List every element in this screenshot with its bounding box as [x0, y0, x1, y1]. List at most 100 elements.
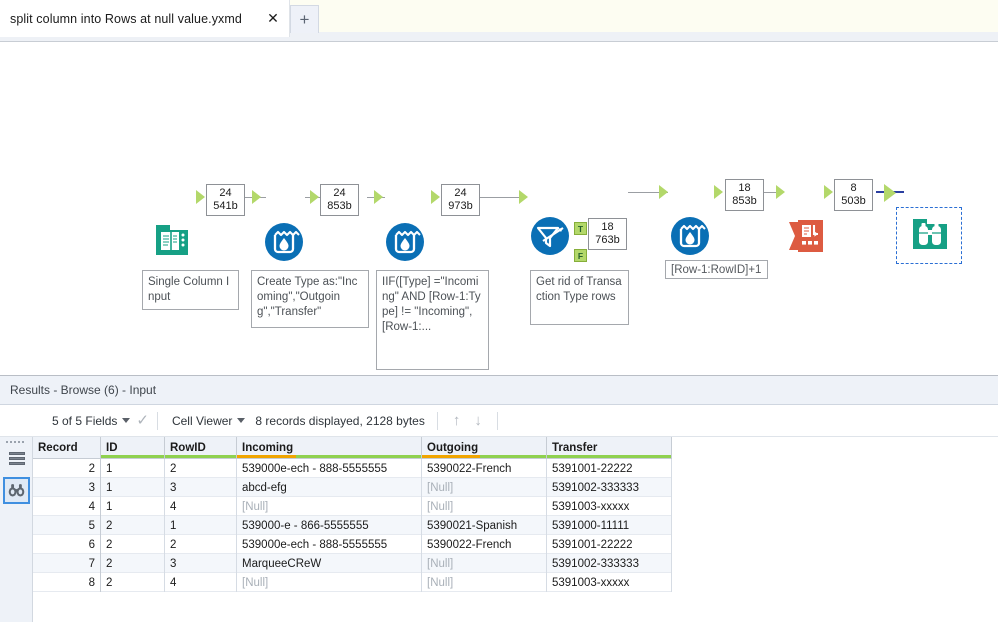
cell-incoming[interactable]: 539000e-ech - 888-5555555	[237, 459, 422, 478]
cell-record-number[interactable]: 4	[33, 497, 101, 516]
stacked-rows-icon	[9, 452, 25, 467]
table-row[interactable]: 414[Null][Null]5391003-xxxxx	[33, 497, 672, 516]
cell-incoming[interactable]: 539000-e - 866-5555555	[237, 516, 422, 535]
port-in-filter[interactable]	[519, 190, 528, 204]
table-row[interactable]: 723MarqueeCReW[Null]5391002-333333	[33, 554, 672, 573]
countbox-mrf-2: 24 973b	[441, 184, 480, 216]
cell-transfer[interactable]: 5391002-333333	[547, 478, 672, 497]
cell-record-number[interactable]: 5	[33, 516, 101, 535]
cell-transfer[interactable]: 5391003-xxxxx	[547, 573, 672, 592]
port-out-crosstab[interactable]	[824, 185, 833, 199]
port-out-mrf-1[interactable]	[310, 190, 319, 204]
cell-outgoing[interactable]: 5390022-French	[422, 459, 547, 478]
column-header-label: Outgoing	[427, 442, 478, 454]
table-row[interactable]: 622539000e-ech - 888-55555555390022-Fren…	[33, 535, 672, 554]
rail-grip-handle[interactable]	[6, 440, 28, 445]
browse-anchor-button[interactable]	[3, 477, 30, 504]
binoculars-icon	[8, 483, 25, 498]
close-icon[interactable]: ✕	[266, 12, 280, 26]
cell-outgoing[interactable]: [Null]	[422, 554, 547, 573]
cell-id[interactable]: 1	[101, 478, 165, 497]
port-in-browse[interactable]	[884, 184, 896, 202]
cell-outgoing[interactable]: 5390022-French	[422, 535, 547, 554]
cell-id[interactable]: 2	[101, 573, 165, 592]
cell-rowid[interactable]: 2	[165, 459, 237, 478]
filter-false-port[interactable]: F	[574, 249, 587, 262]
cell-rowid[interactable]: 3	[165, 554, 237, 573]
cell-transfer[interactable]: 5391000-11111	[547, 516, 672, 535]
cell-transfer[interactable]: 5391003-xxxxx	[547, 497, 672, 516]
table-row[interactable]: 824[Null][Null]5391003-xxxxx	[33, 573, 672, 592]
cell-outgoing[interactable]: [Null]	[422, 497, 547, 516]
port-in-mrf-2[interactable]	[374, 190, 383, 204]
cell-incoming[interactable]: abcd-efg	[237, 478, 422, 497]
cell-incoming[interactable]: MarqueeCReW	[237, 554, 422, 573]
countbox-text-input: 24 541b	[206, 184, 245, 216]
fields-selector[interactable]: 5 of 5 Fields	[46, 414, 136, 428]
cell-incoming[interactable]: [Null]	[237, 497, 422, 516]
cell-rowid[interactable]: 4	[165, 573, 237, 592]
cell-id[interactable]: 2	[101, 535, 165, 554]
cell-outgoing[interactable]: [Null]	[422, 478, 547, 497]
cell-outgoing[interactable]: [Null]	[422, 573, 547, 592]
column-header-label: Incoming	[242, 442, 293, 454]
column-header-rowid[interactable]: RowID	[165, 437, 237, 459]
cell-id[interactable]: 1	[101, 497, 165, 516]
port-out-mrf-3[interactable]	[714, 185, 723, 199]
cell-record-number[interactable]: 3	[33, 478, 101, 497]
port-out-text-input[interactable]	[196, 190, 205, 204]
byte-count: 503b	[839, 195, 868, 208]
table-row[interactable]: 313abcd-efg[Null]5391002-333333	[33, 478, 672, 497]
results-header: Results - Browse (6) - Input	[0, 376, 998, 405]
scroll-down-button[interactable]: ↓	[467, 413, 489, 428]
results-toolbar: 5 of 5 Fields ✓ Cell Viewer 8 records di…	[0, 405, 998, 437]
data-view-button[interactable]	[4, 447, 29, 472]
record-count: 24	[211, 187, 240, 200]
cell-record-number[interactable]: 7	[33, 554, 101, 573]
cell-transfer[interactable]: 5391002-333333	[547, 554, 672, 573]
scroll-up-button[interactable]: ↑	[446, 413, 468, 428]
cell-rowid[interactable]: 1	[165, 516, 237, 535]
cell-transfer[interactable]: 5391001-22222	[547, 459, 672, 478]
cell-record-number[interactable]: 6	[33, 535, 101, 554]
column-header-incoming[interactable]: Incoming	[237, 437, 422, 459]
cell-id[interactable]: 2	[101, 516, 165, 535]
column-header-transfer[interactable]: Transfer	[547, 437, 672, 459]
cell-id[interactable]: 1	[101, 459, 165, 478]
port-out-mrf-2[interactable]	[431, 190, 440, 204]
cell-id[interactable]: 2	[101, 554, 165, 573]
cell-transfer[interactable]: 5391001-22222	[547, 535, 672, 554]
cell-rowid[interactable]: 2	[165, 535, 237, 554]
tab-bar: split column into Rows at null value.yxm…	[0, 0, 998, 42]
cell-rowid[interactable]: 3	[165, 478, 237, 497]
results-data-grid[interactable]: RecordIDRowIDIncomingOutgoingTransfer 21…	[33, 437, 998, 622]
apply-check-icon[interactable]: ✓	[136, 414, 149, 428]
port-in-crosstab[interactable]	[776, 185, 785, 199]
new-tab-button[interactable]: +	[290, 5, 319, 33]
workflow-canvas[interactable]: 24 541b Single Column Input 24 853b Crea…	[0, 42, 998, 375]
document-tab[interactable]: split column into Rows at null value.yxm…	[0, 0, 290, 37]
column-header-record[interactable]: Record	[33, 437, 101, 459]
cell-record-number[interactable]: 2	[33, 459, 101, 478]
cell-rowid[interactable]: 4	[165, 497, 237, 516]
column-header-label: ID	[106, 442, 118, 454]
cell-record-number[interactable]: 8	[33, 573, 101, 592]
cell-incoming[interactable]: 539000e-ech - 888-5555555	[237, 535, 422, 554]
filter-true-port[interactable]: T	[574, 222, 587, 235]
cell-incoming[interactable]: [Null]	[237, 573, 422, 592]
results-left-rail	[0, 437, 33, 622]
column-header-label: RowID	[170, 442, 206, 454]
results-panel: Results - Browse (6) - Input 5 of 5 Fiel…	[0, 375, 998, 621]
table-row[interactable]: 212539000e-ech - 888-55555555390022-Fren…	[33, 459, 672, 478]
column-header-outgoing[interactable]: Outgoing	[422, 437, 547, 459]
column-header-label: Transfer	[552, 442, 597, 454]
book-open-icon	[152, 220, 192, 260]
table-row[interactable]: 521539000-e - 866-55555555390021-Spanish…	[33, 516, 672, 535]
cell-viewer-selector[interactable]: Cell Viewer	[166, 414, 251, 428]
column-header-id[interactable]: ID	[101, 437, 165, 459]
byte-count: 853b	[730, 195, 759, 208]
cell-outgoing[interactable]: 5390021-Spanish	[422, 516, 547, 535]
countbox-mrf-1: 24 853b	[320, 184, 359, 216]
port-in-mrf-3[interactable]	[659, 185, 668, 199]
port-in-mrf-1[interactable]	[252, 190, 261, 204]
